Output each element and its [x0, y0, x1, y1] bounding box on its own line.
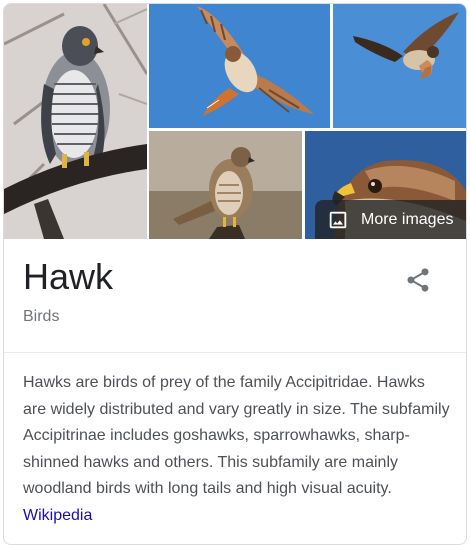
description-text: Hawks are birds of prey of the family Ac… [23, 374, 450, 498]
page-title: Hawk [23, 256, 114, 297]
image-icon [329, 211, 347, 228]
hawk-image-3[interactable] [333, 4, 466, 128]
more-images-label: More images [361, 210, 454, 228]
image-gallery: More images [4, 4, 466, 239]
share-icon[interactable] [404, 266, 432, 294]
hawk-image-4[interactable] [149, 131, 302, 239]
hawk-image-2[interactable] [149, 4, 330, 128]
wikipedia-link[interactable]: Wikipedia [23, 507, 92, 524]
hawk-image-1[interactable] [4, 4, 147, 239]
hawk-photo-perched-goshawk [4, 4, 147, 239]
hawk-photo-soaring [333, 4, 466, 128]
hawk-photo-flying [149, 4, 330, 128]
hawk-photo-on-stump [149, 131, 302, 239]
panel-header: Hawk Birds [4, 239, 466, 353]
knowledge-panel: More images Hawk Birds Hawks are birds o… [3, 3, 467, 545]
more-images-button[interactable]: More images [315, 200, 466, 239]
entity-description: Hawks are birds of prey of the family Ac… [23, 370, 451, 530]
entity-subtitle: Birds [23, 308, 60, 325]
